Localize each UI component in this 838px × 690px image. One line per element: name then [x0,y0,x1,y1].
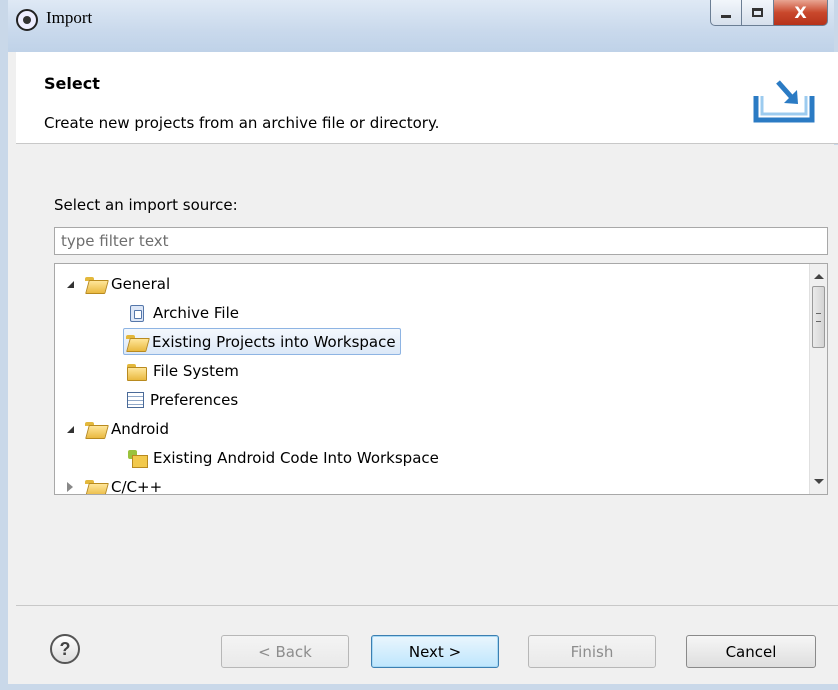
expand-toggle[interactable] [63,422,77,436]
tree-item-file-system[interactable]: File System [127,357,239,385]
tree-item-label: Archive File [153,304,239,322]
existing-projects-icon [126,333,146,351]
import-wizard-banner-icon [753,80,815,123]
wizard-header: Select Create new projects from an archi… [16,52,838,144]
tree-item-label: Existing Android Code Into Workspace [153,449,439,467]
scroll-thumb[interactable] [812,286,825,348]
tree-item-cpp[interactable]: C/C++ [63,473,163,495]
minimize-icon [721,15,731,18]
maximize-button[interactable] [742,0,774,26]
tree-item-label: Android [111,420,169,438]
tree-item-label: General [111,275,171,293]
title-bar[interactable]: Import X [8,0,834,52]
folder-open-icon [85,478,105,494]
tree-item-label: Existing Projects into Workspace [152,332,396,351]
back-button[interactable]: < Back [221,635,349,668]
help-icon[interactable]: ? [50,634,80,664]
import-dialog-window: Import X Select Create new projects from… [0,0,838,690]
expand-toggle[interactable] [63,277,77,291]
folder-icon [127,362,147,381]
folder-open-icon [85,420,105,438]
tree-item-preferences[interactable]: Preferences [127,386,238,414]
import-source-label: Select an import source: [54,196,238,214]
maximize-icon [752,8,763,17]
finish-button[interactable]: Finish [528,635,656,668]
tree-item-existing-projects[interactable]: Existing Projects into Workspace [123,328,401,355]
tree-item-label: File System [153,362,239,380]
folder-open-icon [85,275,105,293]
preferences-icon [127,392,144,408]
tree-item-existing-android-code[interactable]: Existing Android Code Into Workspace [127,444,439,472]
window-controls: X [710,0,828,28]
button-bar: ? < Back Next > Finish Cancel [16,605,838,684]
next-button[interactable]: Next > [371,635,499,668]
window-title: Import [46,8,93,27]
expand-toggle[interactable] [63,480,77,494]
wizard-content: Select an import source: General Archive… [16,145,838,605]
tree-item-archive-file[interactable]: Archive File [127,299,239,327]
android-project-icon [127,449,148,468]
cancel-button[interactable]: Cancel [686,635,816,668]
close-icon: X [794,3,807,22]
page-description: Create new projects from an archive file… [44,114,440,132]
eclipse-app-icon [16,9,38,31]
chevron-expanded-icon [66,425,74,433]
tree-item-label: Preferences [150,391,239,409]
filter-input[interactable] [54,227,828,255]
scroll-down-icon[interactable] [814,479,824,484]
import-source-tree[interactable]: General Archive File Existing Projects i… [54,263,828,495]
close-button[interactable]: X [774,0,828,26]
page-title: Select [44,74,100,93]
minimize-button[interactable] [710,0,742,26]
tree-item-label: C/C++ [111,478,163,495]
chevron-collapsed-icon [67,482,73,492]
scroll-up-icon[interactable] [814,274,824,279]
chevron-expanded-icon [66,280,74,288]
tree-item-android[interactable]: Android [63,415,169,443]
tree-item-general[interactable]: General [63,270,170,298]
tree-scrollbar[interactable] [809,264,827,494]
archive-file-icon [130,304,144,322]
